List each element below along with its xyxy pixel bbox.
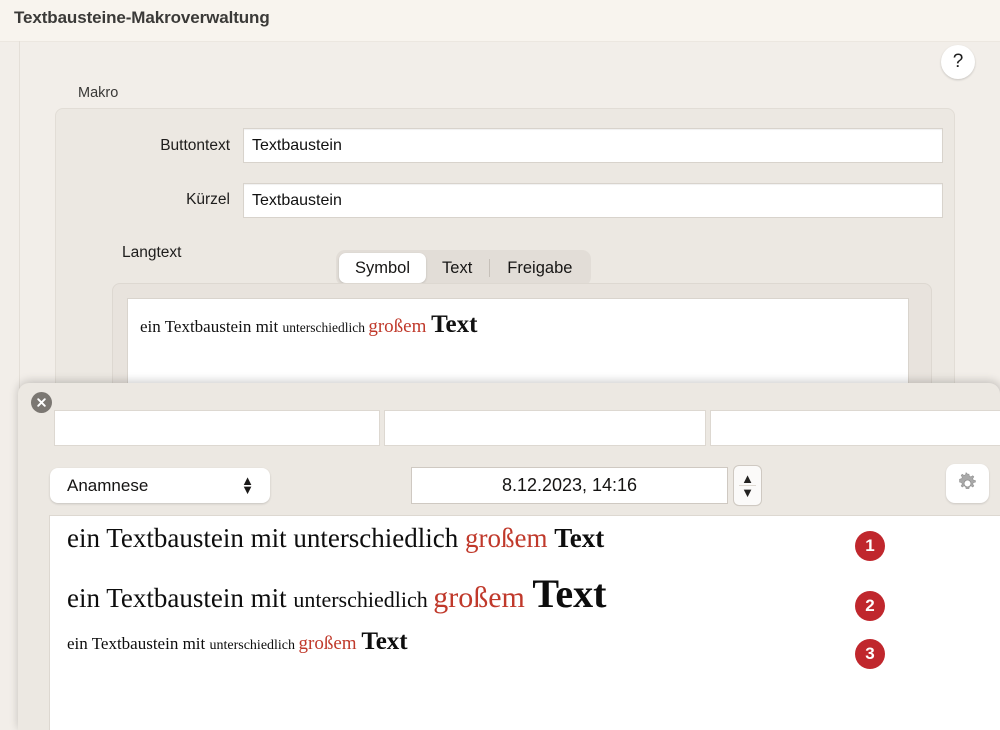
tab-text[interactable]: Text [426, 253, 488, 283]
doc1-run-1: ein Textbaustein mit [67, 523, 294, 553]
preview-run-3: großem [368, 316, 432, 337]
overlay-field-row [55, 411, 1000, 445]
app-window: Textbausteine-Makroverwaltung ? Makro Bu… [0, 0, 1000, 730]
overlay-window: Anamnese ▲ ▼ 8.12.2023, 14:16 ▲ ▼ ein Tex… [18, 383, 1000, 730]
kuerzel-label: Kürzel [186, 191, 230, 208]
document-preview-area[interactable]: ein Textbaustein mit unterschiedlich gro… [50, 516, 1000, 730]
doc3-run-3: großem [298, 633, 362, 654]
line-badge-3: 3 [855, 639, 885, 669]
doc3-run-2: unterschiedlich [209, 638, 299, 653]
category-dropdown-value: Anamnese [67, 475, 149, 495]
tab-freigabe[interactable]: Freigabe [491, 253, 588, 283]
doc1-run-3: großem [465, 523, 555, 553]
date-field[interactable]: 8.12.2023, 14:16 [412, 468, 727, 503]
overlay-field-3[interactable] [711, 411, 1000, 445]
title-bar: Textbausteine-Makroverwaltung [0, 0, 1000, 42]
langtext-preview-line: ein Textbaustein mit unterschiedlich gro… [140, 311, 477, 339]
doc2-run-3: großem [433, 581, 533, 614]
doc2-run-2: unterschiedlich [293, 587, 434, 612]
doc3-run-1: ein Textbaustein mit [67, 634, 210, 653]
stepper-up-icon[interactable]: ▲ [741, 471, 754, 485]
help-button[interactable]: ? [941, 45, 975, 79]
chevron-updown-icon: ▲ ▼ [241, 473, 254, 497]
buttontext-input[interactable] [244, 129, 942, 162]
doc2-run-1: ein Textbaustein mit [67, 583, 294, 613]
preview-run-4: Text [431, 311, 478, 338]
line-badge-2: 2 [855, 591, 885, 621]
makro-group-label: Makro [78, 85, 119, 101]
document-line-1: ein Textbaustein mit unterschiedlich gro… [67, 523, 604, 554]
close-icon[interactable] [31, 392, 52, 413]
gear-icon[interactable] [946, 464, 989, 503]
doc1-run-2: unterschiedlich [293, 523, 466, 553]
date-stepper[interactable]: ▲ ▼ [734, 466, 761, 505]
stepper-down-icon[interactable]: ▼ [741, 486, 754, 500]
segment-divider [489, 259, 491, 277]
overlay-field-1[interactable] [55, 411, 379, 445]
doc3-run-4: Text [361, 628, 408, 655]
buttontext-label: Buttontext [160, 137, 230, 154]
line-badge-1: 1 [855, 531, 885, 561]
document-line-3: ein Textbaustein mit unterschiedlich gro… [67, 628, 408, 656]
document-line-2: ein Textbaustein mit unterschiedlich gro… [67, 570, 606, 617]
page-title: Textbausteine-Makroverwaltung [14, 8, 270, 27]
doc1-run-4: Text [554, 523, 605, 553]
kuerzel-input[interactable] [244, 184, 942, 217]
preview-run-1: ein Textbaustein mit [140, 317, 283, 336]
langtext-label: Langtext [122, 244, 182, 261]
langtext-segmented-control[interactable]: Symbol Text Freigabe [336, 250, 592, 286]
category-dropdown[interactable]: Anamnese ▲ ▼ [50, 468, 270, 503]
doc2-run-4: Text [532, 571, 607, 616]
preview-run-2: unterschiedlich [282, 320, 369, 335]
overlay-field-2[interactable] [385, 411, 705, 445]
tab-symbol[interactable]: Symbol [339, 253, 427, 283]
